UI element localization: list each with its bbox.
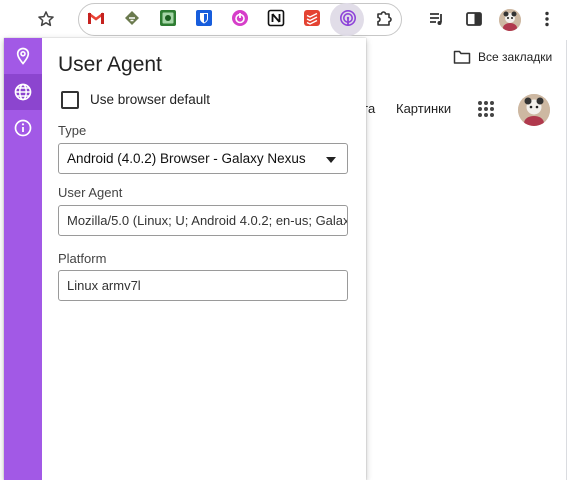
user-agent-input-value: Mozilla/5.0 (Linux; U; Android 4.0.2; en… <box>67 213 347 228</box>
kebab-menu-icon[interactable] <box>538 10 556 28</box>
platform-label: Platform <box>58 251 107 266</box>
bitwarden-icon[interactable] <box>195 9 213 27</box>
user-agent-label: User Agent <box>58 185 123 200</box>
globe-icon[interactable] <box>4 74 42 110</box>
browser-toolbar <box>0 0 570 40</box>
location-icon[interactable] <box>4 38 42 74</box>
popup-side-rail <box>4 38 42 480</box>
type-select[interactable]: Android (4.0.2) Browser - Galaxy Nexus <box>58 143 348 174</box>
use-browser-default-checkbox[interactable] <box>61 91 79 109</box>
platform-input-value: Linux armv7l <box>67 278 141 293</box>
user-agent-input[interactable]: Mozilla/5.0 (Linux; U; Android 4.0.2; en… <box>58 205 348 236</box>
type-label: Type <box>58 123 87 138</box>
all-bookmarks-button[interactable]: Все закладки <box>453 48 552 66</box>
user-agent-popup: User Agent Use browser default Type Andr… <box>4 38 366 480</box>
use-browser-default-label[interactable]: Use browser default <box>90 92 210 107</box>
todoist-icon[interactable] <box>303 9 321 27</box>
power-ext-icon[interactable] <box>231 9 249 27</box>
page-divider <box>566 40 567 480</box>
all-bookmarks-label: Все закладки <box>478 50 553 64</box>
useragent-switcher-icon[interactable] <box>339 9 357 27</box>
image-ext-icon[interactable] <box>159 9 177 27</box>
images-link[interactable]: Картинки <box>396 101 451 116</box>
popup-title: User Agent <box>58 53 162 76</box>
gmail-icon[interactable] <box>87 9 105 27</box>
notion-icon[interactable] <box>267 9 285 27</box>
popup-content: User Agent Use browser default Type Andr… <box>42 38 366 480</box>
feedly-icon[interactable] <box>123 9 141 27</box>
info-icon[interactable] <box>4 110 42 146</box>
puzzle-icon[interactable] <box>375 9 393 27</box>
folder-icon <box>453 50 471 64</box>
platform-input[interactable]: Linux armv7l <box>58 270 348 301</box>
google-apps-icon[interactable] <box>477 100 495 118</box>
type-select-value: Android (4.0.2) Browser - Galaxy Nexus <box>67 151 306 166</box>
media-icon[interactable] <box>428 10 446 28</box>
star-icon[interactable] <box>36 9 56 29</box>
profile-avatar[interactable] <box>499 9 521 31</box>
chevron-down-icon <box>326 157 336 163</box>
account-avatar[interactable] <box>518 94 550 126</box>
sidepanel-icon[interactable] <box>465 10 483 28</box>
